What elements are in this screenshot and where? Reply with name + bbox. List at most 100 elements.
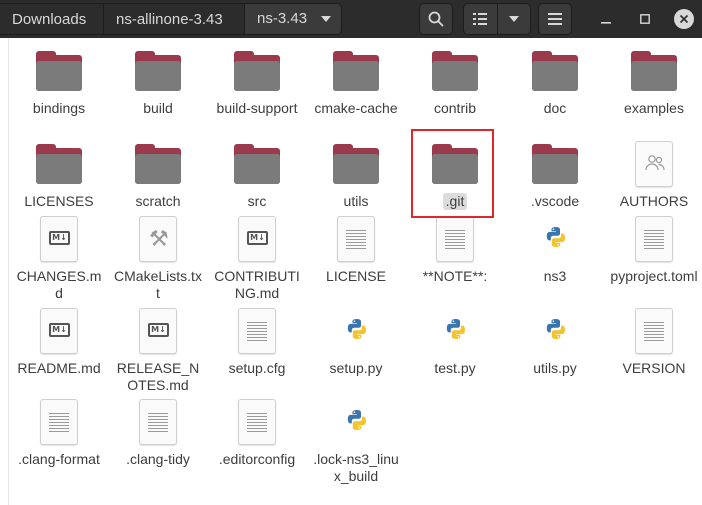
folder-icon <box>532 51 578 91</box>
file-item[interactable]: build-support <box>212 48 302 117</box>
file-icon-wrap <box>35 141 83 189</box>
file-icon-wrap <box>332 399 380 447</box>
file-item[interactable]: setup.cfg <box>212 308 302 377</box>
file-item[interactable]: LICENSES <box>14 141 104 210</box>
view-toggle <box>463 3 531 35</box>
markdown-file-icon: M↓ <box>40 308 78 354</box>
file-icon-wrap <box>431 308 479 356</box>
markdown-file-icon: M↓ <box>40 216 78 262</box>
file-item[interactable]: **NOTE**: <box>410 216 500 285</box>
file-label: .lock-ns3_linux_build <box>313 451 399 484</box>
file-label: utils.py <box>533 360 577 376</box>
python-file-icon <box>536 216 574 262</box>
breadcrumb-ns-3-label: ns-3.43 <box>257 10 308 27</box>
text-file-icon <box>139 399 177 445</box>
file-icon-wrap <box>531 216 579 264</box>
file-item[interactable]: setup.py <box>311 308 401 377</box>
file-icon-wrap <box>630 216 678 264</box>
search-button[interactable] <box>419 3 453 35</box>
file-item[interactable]: src <box>212 141 302 210</box>
maximize-button[interactable] <box>635 9 655 29</box>
file-label: AUTHORS <box>619 193 689 209</box>
file-icon-wrap <box>233 141 281 189</box>
file-item[interactable]: .clang-tidy <box>113 399 203 468</box>
file-icon-wrap <box>531 141 579 189</box>
maximize-icon <box>640 14 650 24</box>
chevron-down-icon <box>508 16 519 22</box>
folder-icon <box>532 144 578 184</box>
selection-highlight-box <box>411 129 494 218</box>
file-icon-wrap: ⚒ <box>134 216 182 264</box>
folder-icon <box>333 51 379 91</box>
file-item[interactable]: AUTHORS <box>609 141 699 210</box>
file-item[interactable]: examples <box>609 48 699 117</box>
file-label: .editorconfig <box>218 451 296 467</box>
file-icon-wrap <box>35 48 83 96</box>
file-item[interactable]: contrib <box>410 48 500 117</box>
file-item[interactable]: ⚒ CMakeLists.txt <box>113 216 203 302</box>
file-item[interactable]: M↓ CHANGES.md <box>14 216 104 302</box>
header-bar: Downloads ns-allinone-3.43 ns-3.43 <box>0 0 702 38</box>
file-label: setup.py <box>329 360 383 376</box>
file-item[interactable]: bindings <box>14 48 104 117</box>
text-file-icon <box>337 216 375 262</box>
file-item[interactable]: scratch <box>113 141 203 210</box>
file-item[interactable]: build <box>113 48 203 117</box>
file-label: .clang-format <box>18 451 100 467</box>
file-icon-wrap <box>35 399 83 447</box>
file-item[interactable]: cmake-cache <box>311 48 401 117</box>
file-label: src <box>247 193 267 209</box>
folder-icon <box>135 144 181 184</box>
markdown-file-icon: M↓ <box>238 216 276 262</box>
close-button[interactable] <box>674 9 694 29</box>
list-view-button[interactable] <box>464 4 497 34</box>
minimize-button[interactable] <box>596 9 616 29</box>
file-label: examples <box>624 100 684 116</box>
file-label: RELEASE_NOTES.md <box>116 360 200 393</box>
file-item[interactable]: .clang-format <box>14 399 104 468</box>
file-label: pyproject.toml <box>610 268 698 284</box>
breadcrumb: Downloads ns-allinone-3.43 ns-3.43 <box>0 3 342 35</box>
folder-icon <box>36 51 82 91</box>
file-label: .vscode <box>530 193 580 209</box>
file-icon-wrap: M↓ <box>134 308 182 356</box>
breadcrumb-ns-3[interactable]: ns-3.43 <box>244 3 342 35</box>
chevron-down-icon <box>321 16 331 22</box>
file-item[interactable]: M↓ CONTRIBUTING.md <box>212 216 302 302</box>
file-label: contrib <box>433 100 477 116</box>
file-item[interactable]: .editorconfig <box>212 399 302 468</box>
file-label: CMakeLists.txt <box>114 268 202 301</box>
file-item[interactable]: .lock-ns3_linux_build <box>311 399 401 485</box>
file-label: utils <box>343 193 369 209</box>
file-item[interactable]: utils <box>311 141 401 210</box>
file-icon-wrap <box>431 48 479 96</box>
file-item[interactable]: M↓ README.md <box>14 308 104 377</box>
file-item[interactable]: doc <box>510 48 600 117</box>
menu-button[interactable] <box>538 3 572 35</box>
file-item[interactable]: utils.py <box>510 308 600 377</box>
file-icon-wrap <box>134 399 182 447</box>
file-label: README.md <box>17 360 101 376</box>
breadcrumb-ns-allinone[interactable]: ns-allinone-3.43 <box>103 3 244 35</box>
file-icon-wrap <box>332 216 380 264</box>
file-item[interactable]: LICENSE <box>311 216 401 285</box>
folder-icon <box>36 144 82 184</box>
file-icon-wrap: M↓ <box>233 216 281 264</box>
text-file-icon <box>40 399 78 445</box>
file-item[interactable]: ns3 <box>510 216 600 285</box>
breadcrumb-downloads[interactable]: Downloads <box>0 3 103 35</box>
text-file-icon <box>238 308 276 354</box>
file-item[interactable]: .vscode <box>510 141 600 210</box>
file-item[interactable]: test.py <box>410 308 500 377</box>
file-label: CONTRIBUTING.md <box>214 268 300 301</box>
file-icon-wrap <box>332 48 380 96</box>
file-item[interactable]: VERSION <box>609 308 699 377</box>
file-item[interactable]: pyproject.toml <box>609 216 699 285</box>
file-label: **NOTE**: <box>422 268 488 284</box>
view-options-button[interactable] <box>496 4 530 34</box>
file-icon-wrap <box>233 399 281 447</box>
contacts-icon <box>635 141 673 187</box>
file-icon-wrap: M↓ <box>35 308 83 356</box>
file-label: ns3 <box>543 268 567 284</box>
file-item[interactable]: M↓ RELEASE_NOTES.md <box>113 308 203 394</box>
